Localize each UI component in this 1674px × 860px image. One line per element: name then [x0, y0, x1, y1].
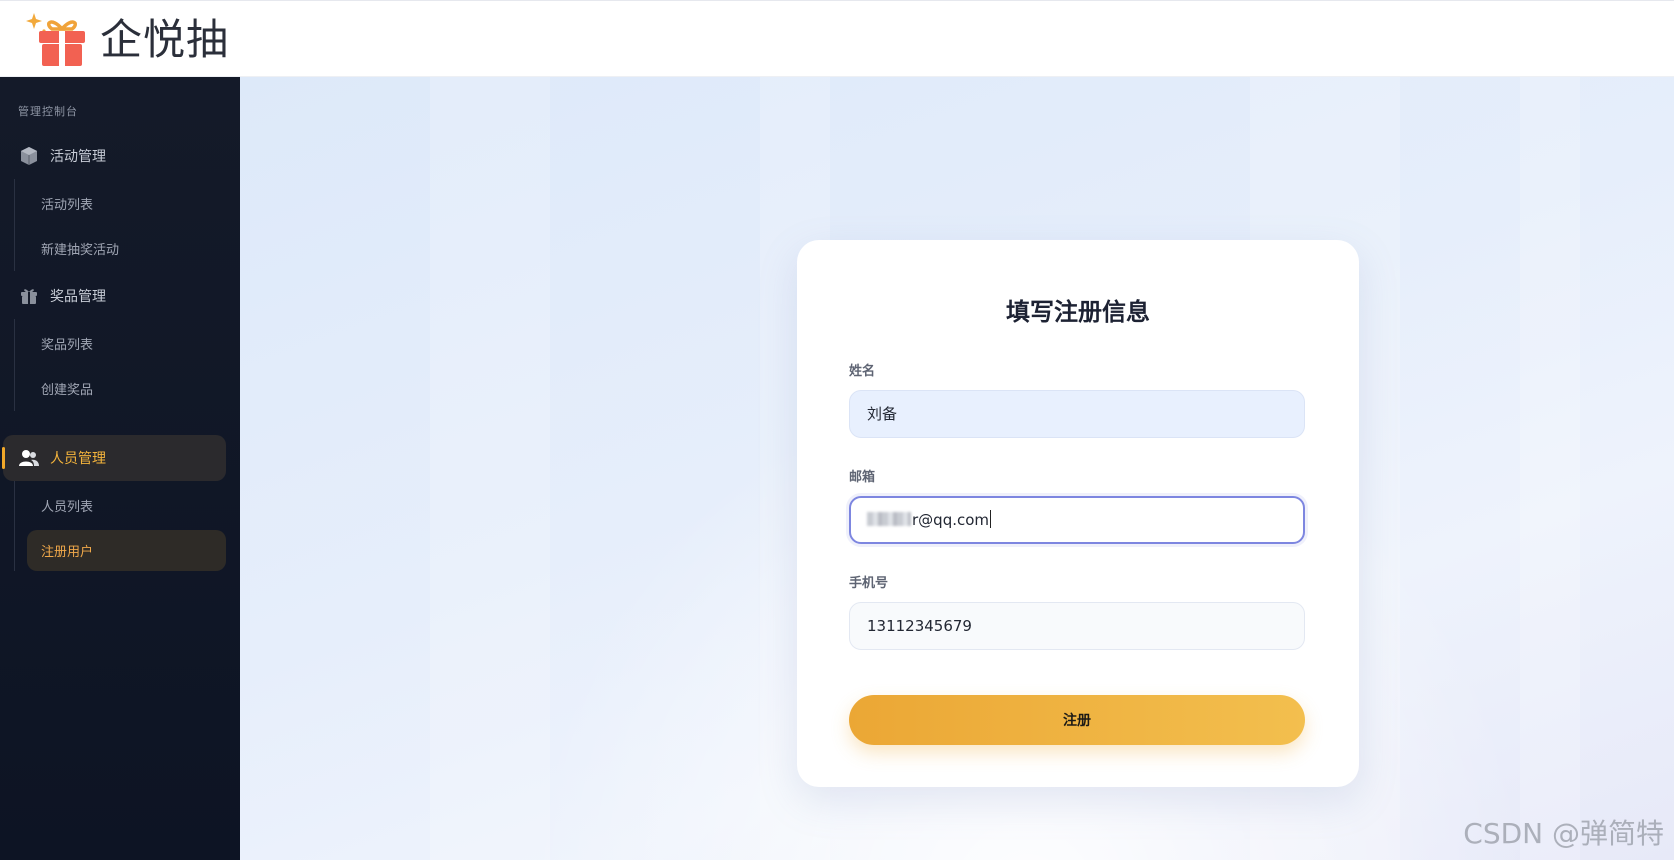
sidebar-group-personnel[interactable]: 人员管理 [2, 435, 226, 481]
app-logo[interactable]: 企悦抽 [22, 9, 229, 71]
sidebar-item-register-user[interactable]: 注册用户 [27, 530, 226, 571]
menu-group-prize: 奖品管理 奖品列表 创建奖品 [0, 273, 240, 411]
users-icon [18, 447, 40, 469]
sidebar: 管理控制台 活动管理 活动列表 新建抽奖活动 奖品管理 奖品列表 创建奖品 人员… [0, 77, 240, 860]
email-label: 邮箱 [849, 470, 876, 485]
menu-group-activity: 活动管理 活动列表 新建抽奖活动 [0, 133, 240, 271]
top-header: 企悦抽 [0, 0, 1674, 77]
app-name: 企悦抽 [100, 15, 230, 64]
sidebar-group-prize[interactable]: 奖品管理 [0, 273, 240, 319]
register-button-label: 注册 [1063, 713, 1091, 729]
phone-label: 手机号 [849, 576, 889, 591]
menu-group-personnel: 人员管理 人员列表 注册用户 [0, 435, 240, 571]
register-button[interactable]: 注册 [849, 695, 1305, 745]
name-label: 姓名 [849, 364, 876, 379]
sidebar-group-label: 人员管理 [50, 451, 106, 467]
main-content: 填写注册信息 姓名 刘备 邮箱 r@qq.com 手机号 13112345679… [240, 77, 1674, 860]
gift-icon [18, 285, 40, 307]
sidebar-group-label: 活动管理 [50, 149, 106, 165]
email-input[interactable]: r@qq.com [849, 496, 1305, 544]
form-title: 填写注册信息 [1006, 298, 1150, 326]
name-input[interactable]: 刘备 [849, 390, 1305, 438]
submenu-personnel: 人员列表 注册用户 [14, 481, 240, 571]
sidebar-item-personnel-list[interactable]: 人员列表 [15, 483, 240, 528]
sidebar-item-new-lottery[interactable]: 新建抽奖活动 [15, 226, 240, 271]
sidebar-item-activity-list[interactable]: 活动列表 [15, 181, 240, 226]
cube-icon [18, 145, 40, 167]
sidebar-group-activity[interactable]: 活动管理 [0, 133, 240, 179]
phone-input[interactable]: 13112345679 [849, 602, 1305, 650]
gift-logo-icon [22, 9, 94, 71]
sidebar-caption: 管理控制台 [18, 105, 78, 118]
submenu-activity: 活动列表 新建抽奖活动 [14, 179, 240, 271]
sidebar-item-prize-list[interactable]: 奖品列表 [15, 321, 240, 366]
background-stripe [430, 77, 550, 860]
background-stripe [1520, 77, 1580, 860]
sidebar-group-label: 奖品管理 [50, 289, 106, 305]
text-caret [990, 510, 992, 528]
watermark: CSDN @弹简特 [1463, 817, 1664, 850]
phone-input-value: 13112345679 [867, 617, 972, 635]
submenu-prize: 奖品列表 创建奖品 [14, 319, 240, 411]
register-card: 填写注册信息 姓名 刘备 邮箱 r@qq.com 手机号 13112345679… [797, 240, 1359, 787]
email-input-value: r@qq.com [912, 511, 990, 529]
redacted-mask [867, 512, 911, 526]
name-input-value: 刘备 [867, 405, 898, 423]
sidebar-item-create-prize[interactable]: 创建奖品 [15, 366, 240, 411]
